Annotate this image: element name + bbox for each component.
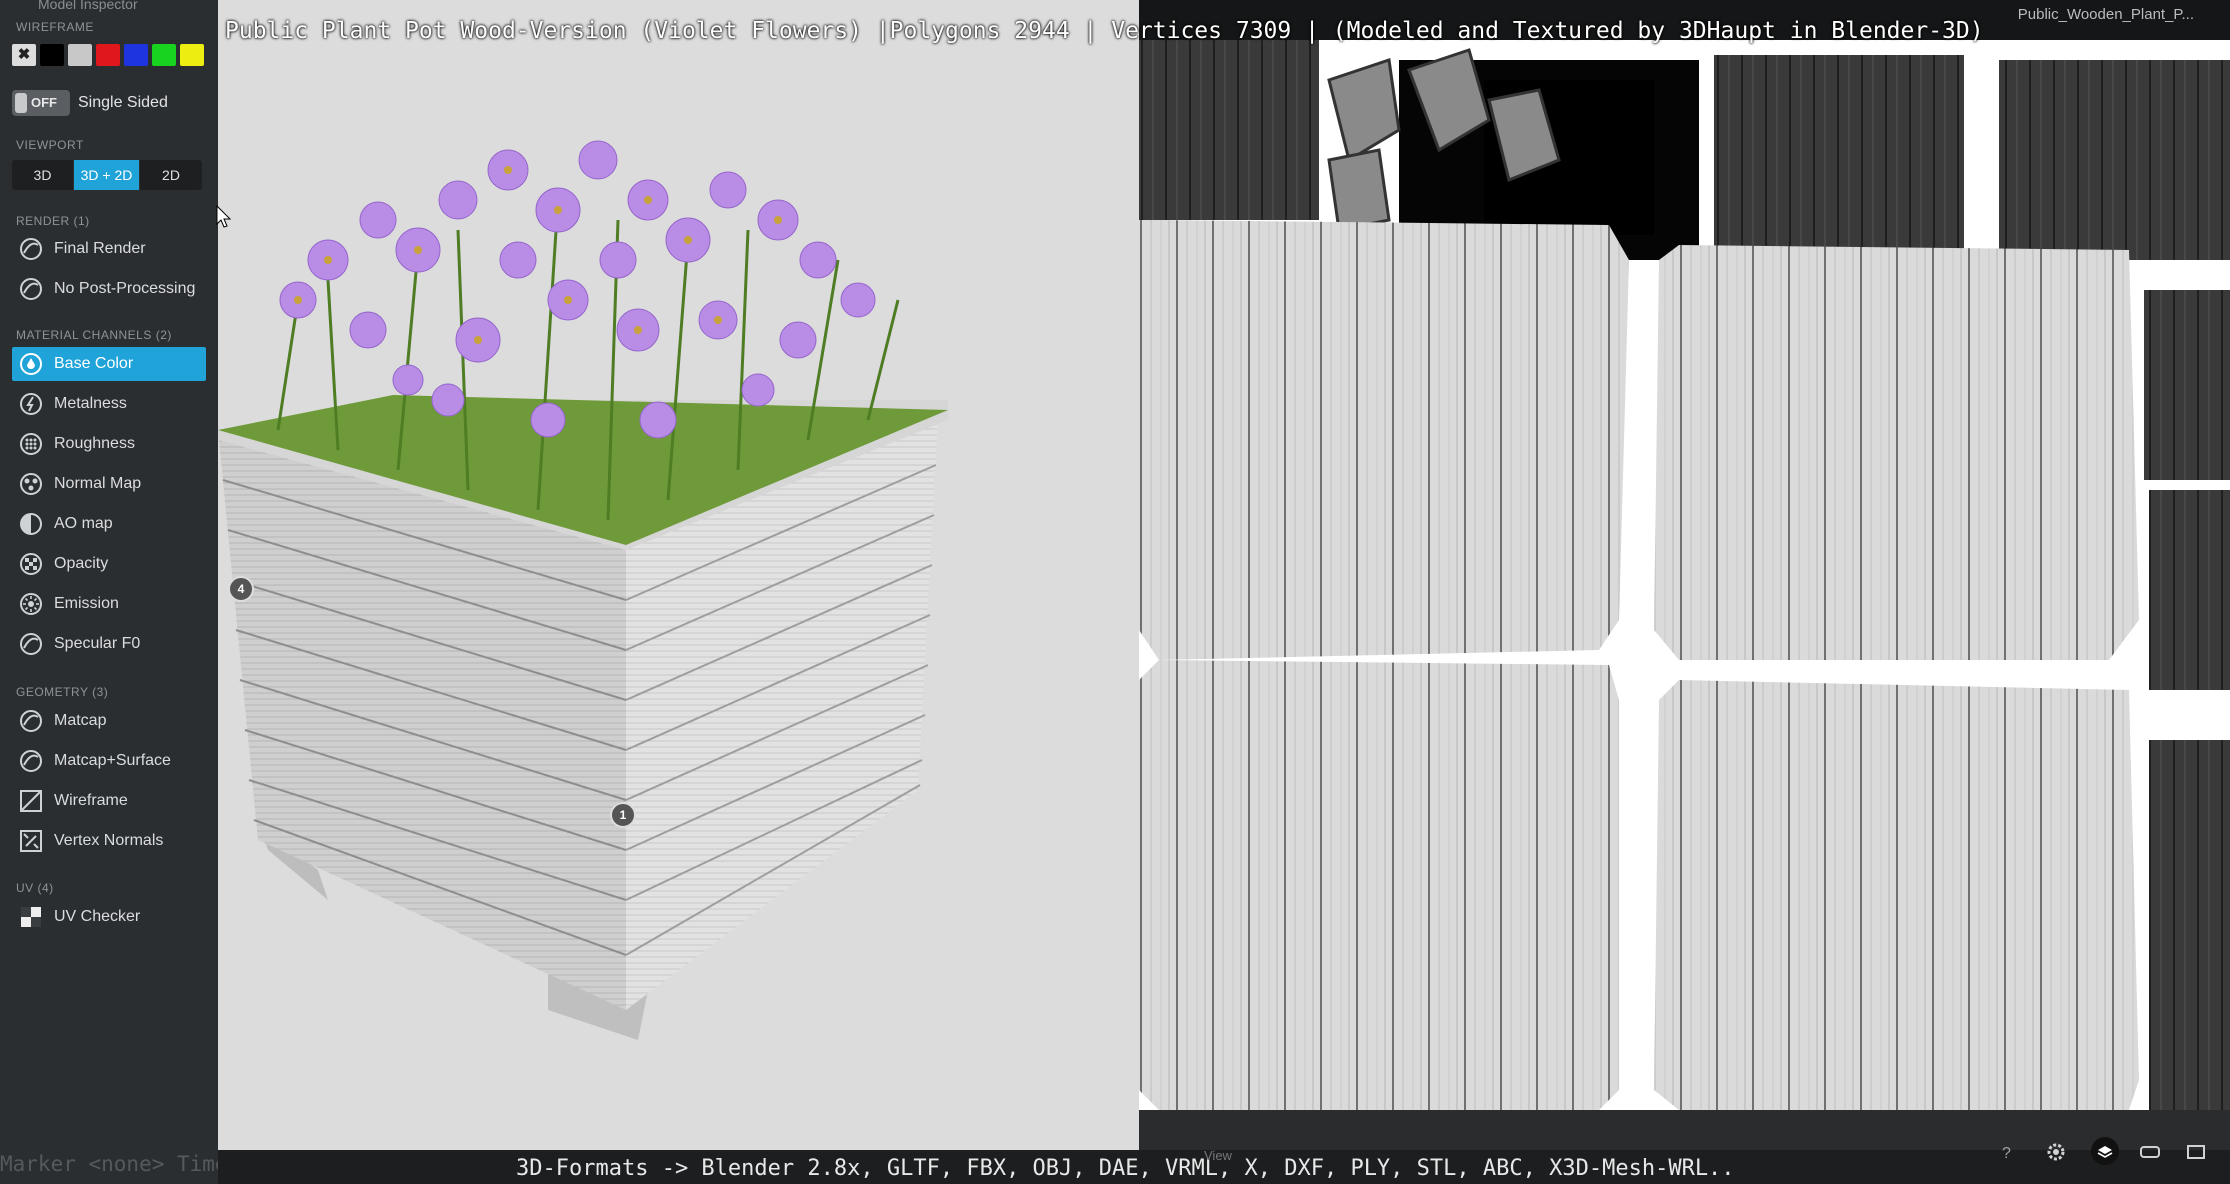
render-section-label: RENDER (1)	[16, 214, 90, 228]
fullscreen-icon[interactable]	[2184, 1140, 2208, 1164]
matcap-icon	[20, 710, 42, 732]
menu-item-no-post-processing[interactable]: No Post-Processing	[12, 272, 206, 306]
menu-item-label: Base Color	[54, 355, 134, 372]
viewport-section-label: VIEWPORT	[16, 138, 84, 152]
swatch-green[interactable]	[152, 44, 176, 66]
help-icon[interactable]: ?	[1996, 1140, 2020, 1164]
material-section-label: MATERIAL CHANNELS (2)	[16, 328, 172, 342]
menu-item-label: Final Render	[54, 240, 146, 257]
vr-headset-icon[interactable]	[2138, 1140, 2162, 1164]
swatch-yellow[interactable]	[180, 44, 204, 66]
toggle-state: OFF	[31, 95, 57, 110]
menu-item-opacity[interactable]: Opacity	[12, 547, 206, 581]
menu-item-label: UV Checker	[54, 908, 141, 925]
viewport-mode-group: 3D 3D + 2D 2D	[12, 160, 202, 190]
menu-item-label: Roughness	[54, 435, 135, 452]
model-name-label: Public_Wooden_Plant_P...	[2017, 6, 2194, 23]
single-sided-row: OFF Single Sided	[12, 90, 168, 116]
sidebar-header-title: Model Inspector	[38, 0, 138, 12]
menu-item-wireframe[interactable]: Wireframe	[12, 784, 206, 818]
uv-texture-map	[1139, 40, 2230, 1150]
menu-item-label: Metalness	[54, 395, 127, 412]
settings-gear-icon[interactable]	[2044, 1140, 2068, 1164]
viewport-3d-2d-button[interactable]: 3D + 2D	[74, 160, 140, 190]
menu-item-uv-checker[interactable]: UV Checker	[12, 900, 206, 934]
ao-map-icon	[20, 513, 42, 535]
menu-item-base-color[interactable]: Base Color	[12, 347, 206, 381]
no-post-processing-icon	[20, 278, 42, 300]
menu-item-label: Specular F0	[54, 635, 141, 652]
uv-texture-view[interactable]: Public_Wooden_Plant_P...	[1139, 0, 2230, 1150]
swatch-black[interactable]	[40, 44, 64, 66]
menu-item-label: No Post-Processing	[54, 280, 196, 297]
menu-item-final-render[interactable]: Final Render	[12, 232, 206, 266]
svg-text:?: ?	[2002, 1145, 2011, 1162]
matcap-surface-icon	[20, 750, 42, 772]
menu-item-specular-f0[interactable]: Specular F0	[12, 627, 206, 661]
emission-icon	[20, 593, 42, 615]
swatch-red[interactable]	[96, 44, 120, 66]
formats-caption: 3D-Formats -> Blender 2.8x, GLTF, FBX, O…	[516, 1156, 1735, 1181]
viewport-3d-button[interactable]: 3D	[12, 160, 74, 190]
menu-item-label: Matcap+Surface	[54, 752, 171, 769]
timecode-overlay: Marker <none> Timecode 00:00:17	[0, 1152, 218, 1176]
hotspot-4[interactable]: 4	[228, 576, 254, 602]
roughness-icon	[20, 433, 42, 455]
3d-viewport[interactable]: 4 1	[218, 0, 1139, 1150]
uv-checker-icon	[21, 907, 41, 927]
metalness-icon	[20, 393, 42, 415]
menu-item-metalness[interactable]: Metalness	[12, 387, 206, 421]
menu-item-label: Matcap	[54, 712, 107, 729]
close-swatch-icon[interactable]: ✖	[12, 44, 36, 66]
menu-item-normal-map[interactable]: Normal Map	[12, 467, 206, 501]
menu-item-label: Wireframe	[54, 792, 128, 809]
swatch-blue[interactable]	[124, 44, 148, 66]
model-inspector-sidebar: Model Inspector WIREFRAME ✖ OFF Single S…	[0, 0, 218, 1184]
menu-item-label: Vertex Normals	[54, 832, 164, 849]
base-color-icon	[20, 353, 42, 375]
menu-item-matcap[interactable]: Matcap	[12, 704, 206, 738]
mouse-cursor-icon	[216, 205, 232, 228]
model-title-overlay: Public Plant Pot Wood-Version (Violet Fl…	[225, 18, 1984, 44]
menu-item-vertex-normals[interactable]: Vertex Normals	[12, 824, 206, 858]
menu-item-label: AO map	[54, 515, 113, 532]
layers-icon[interactable]	[2090, 1136, 2120, 1166]
vertex-normals-icon	[20, 830, 42, 852]
specular-f0-icon	[20, 633, 42, 655]
menu-item-ao-map[interactable]: AO map	[12, 507, 206, 541]
geometry-section-label: GEOMETRY (3)	[16, 685, 109, 699]
single-sided-label: Single Sided	[78, 94, 168, 111]
wireframe-section-label: WIREFRAME	[16, 20, 94, 34]
final-render-icon	[20, 238, 42, 260]
view-label[interactable]: View	[1204, 1148, 1232, 1163]
normal-map-icon	[20, 473, 42, 495]
uv-section-label: UV (4)	[16, 881, 54, 895]
plant-pot-render	[218, 140, 948, 1040]
viewport-2d-button[interactable]: 2D	[140, 160, 202, 190]
menu-item-roughness[interactable]: Roughness	[12, 427, 206, 461]
menu-item-emission[interactable]: Emission	[12, 587, 206, 621]
menu-item-label: Normal Map	[54, 475, 142, 492]
wireframe-color-swatches: ✖	[12, 44, 204, 66]
swatch-gray[interactable]	[68, 44, 92, 66]
wireframe-icon	[20, 790, 42, 812]
hotspot-1[interactable]: 1	[610, 802, 636, 828]
menu-item-label: Emission	[54, 595, 119, 612]
menu-item-matcap-surface[interactable]: Matcap+Surface	[12, 744, 206, 778]
toggle-knob	[15, 93, 27, 113]
single-sided-toggle[interactable]: OFF	[12, 90, 70, 116]
opacity-icon	[20, 553, 42, 575]
menu-item-label: Opacity	[54, 555, 109, 572]
